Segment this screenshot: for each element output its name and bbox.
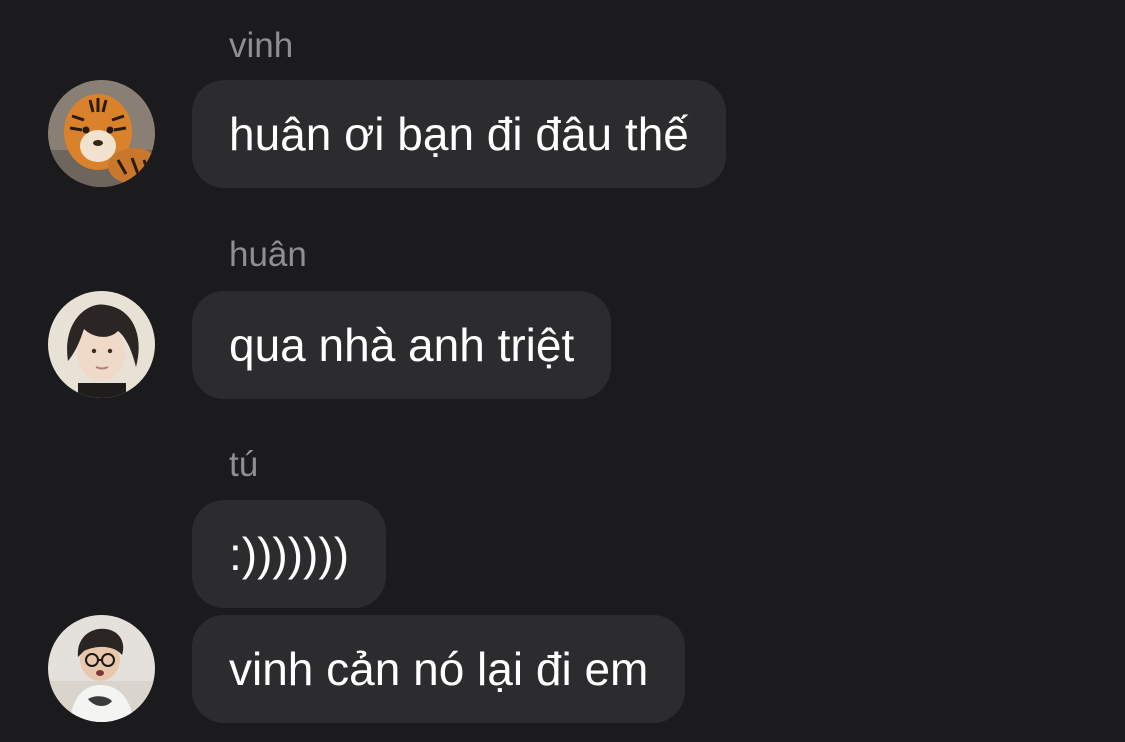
message-text: huân ơi bạn đi đâu thế: [229, 108, 689, 160]
tiger-avatar[interactable]: [48, 80, 155, 187]
message-text: :))))))): [229, 528, 350, 580]
message-bubble[interactable]: huân ơi bạn đi đâu thế: [192, 80, 726, 188]
person-avatar[interactable]: [48, 291, 155, 398]
message-bubble[interactable]: :))))))): [192, 500, 387, 608]
sender-name: huân: [229, 235, 307, 274]
message-text: qua nhà anh triệt: [229, 319, 575, 371]
glasses-person-avatar[interactable]: [48, 615, 155, 722]
sender-name: tú: [229, 445, 259, 484]
message-bubble[interactable]: qua nhà anh triệt: [192, 291, 612, 399]
message-text: vinh cản nó lại đi em: [229, 643, 649, 695]
message-bubble[interactable]: vinh cản nó lại đi em: [192, 615, 686, 723]
sender-name: vinh: [229, 26, 294, 65]
